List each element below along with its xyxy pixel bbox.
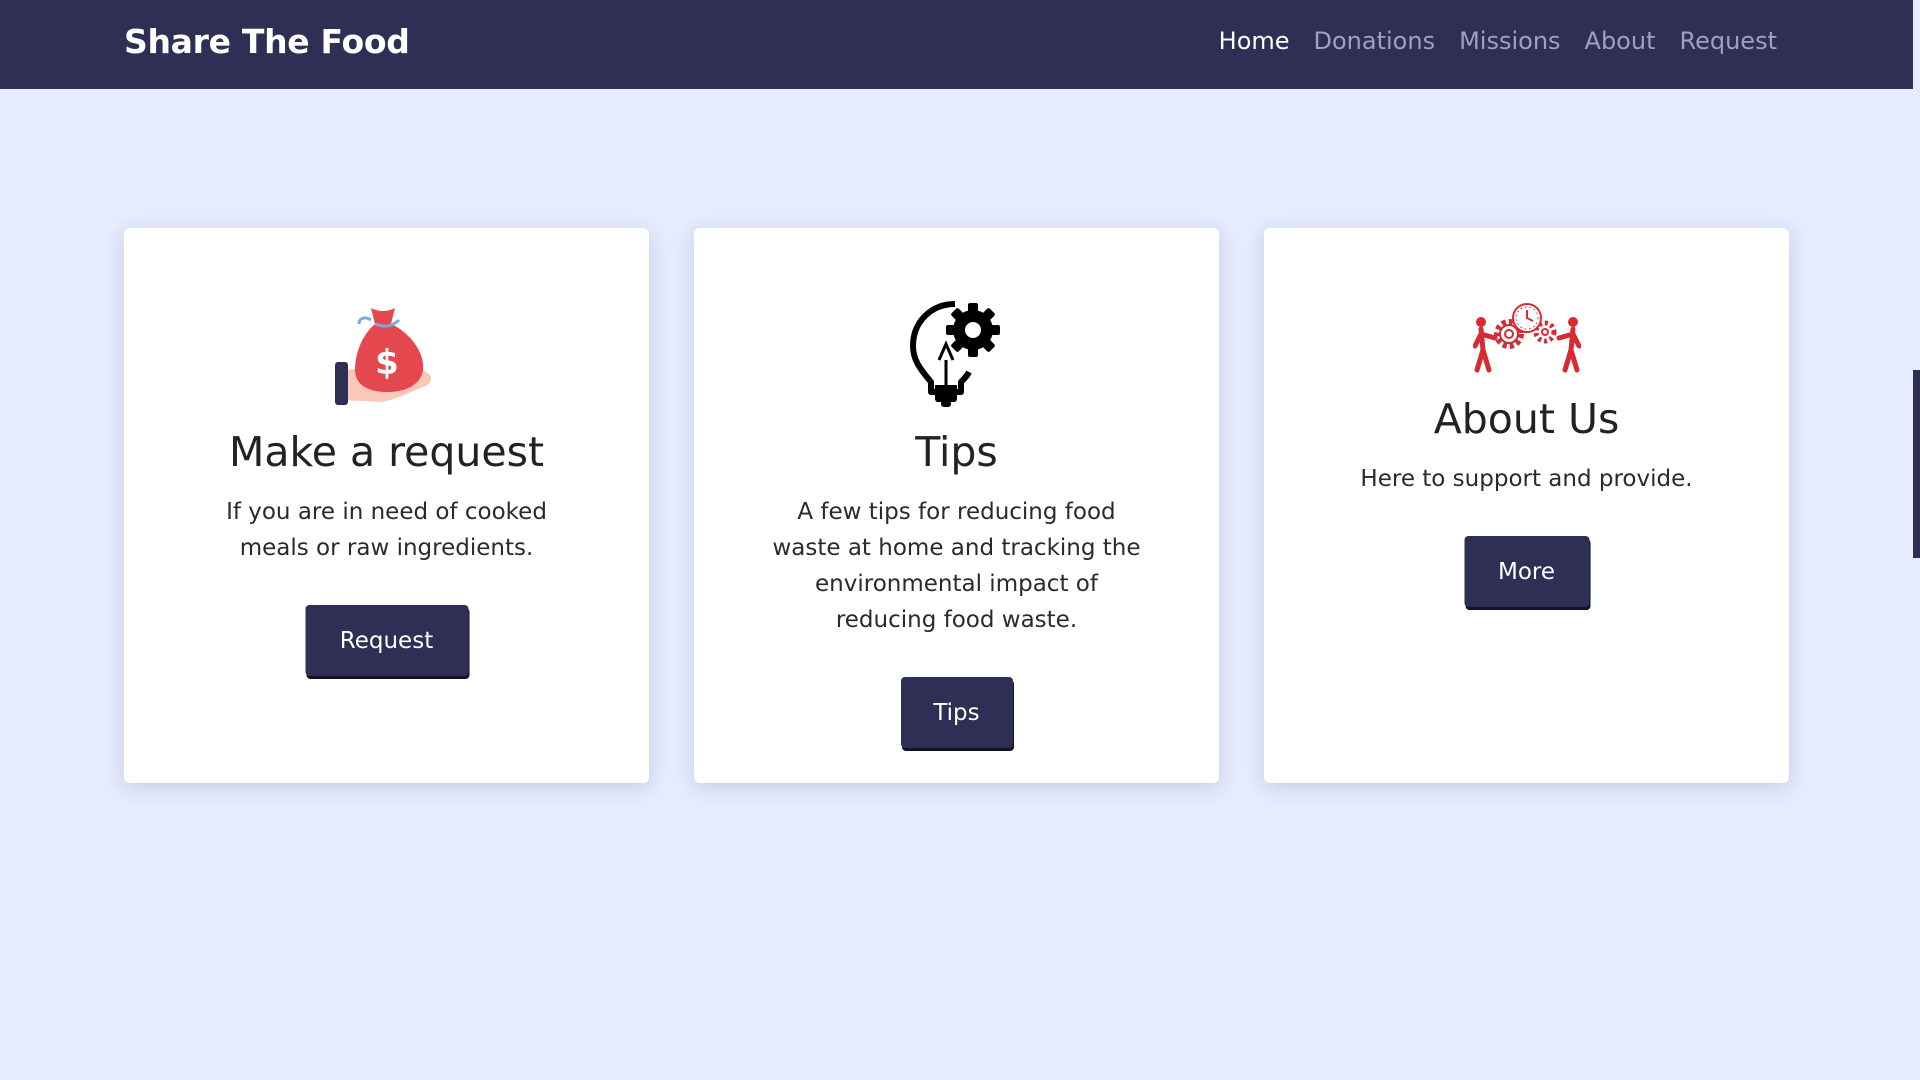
card-title: Make a request xyxy=(228,428,545,476)
card-title: About Us xyxy=(1433,395,1620,443)
lightbulb-gear-icon xyxy=(909,300,1005,412)
card-title: Tips xyxy=(915,428,998,476)
request-card: $ Make a request If you are in need of c… xyxy=(124,228,649,783)
card-description: Here to support and provide. xyxy=(1360,466,1693,492)
card-description: A few tips for reducing food waste at ho… xyxy=(772,499,1141,633)
nav-link-request[interactable]: Request xyxy=(1680,27,1778,55)
nav-link-about[interactable]: About xyxy=(1585,27,1656,55)
brand-logo[interactable]: Share The Food xyxy=(124,22,410,61)
money-bag-hand-icon: $ xyxy=(334,300,439,410)
teamwork-gears-icon xyxy=(1472,302,1581,378)
nav-links: Home Donations Missions About Request xyxy=(1219,27,1777,55)
tips-button[interactable]: Tips xyxy=(900,677,1013,748)
card-description: If you are in need of cooked meals or ra… xyxy=(226,499,547,561)
request-button[interactable]: Request xyxy=(305,605,468,676)
about-card: About Us Here to support and provide. Mo… xyxy=(1264,228,1789,783)
nav-link-home[interactable]: Home xyxy=(1219,27,1290,55)
navbar: Share The Food Home Donations Missions A… xyxy=(0,0,1913,89)
more-button[interactable]: More xyxy=(1464,536,1589,607)
tips-card: Tips A few tips for reducing food waste … xyxy=(694,228,1219,783)
nav-link-missions[interactable]: Missions xyxy=(1459,27,1560,55)
svg-text:$: $ xyxy=(375,343,399,383)
scrollbar-thumb[interactable] xyxy=(1913,370,1920,558)
nav-link-donations[interactable]: Donations xyxy=(1314,27,1436,55)
